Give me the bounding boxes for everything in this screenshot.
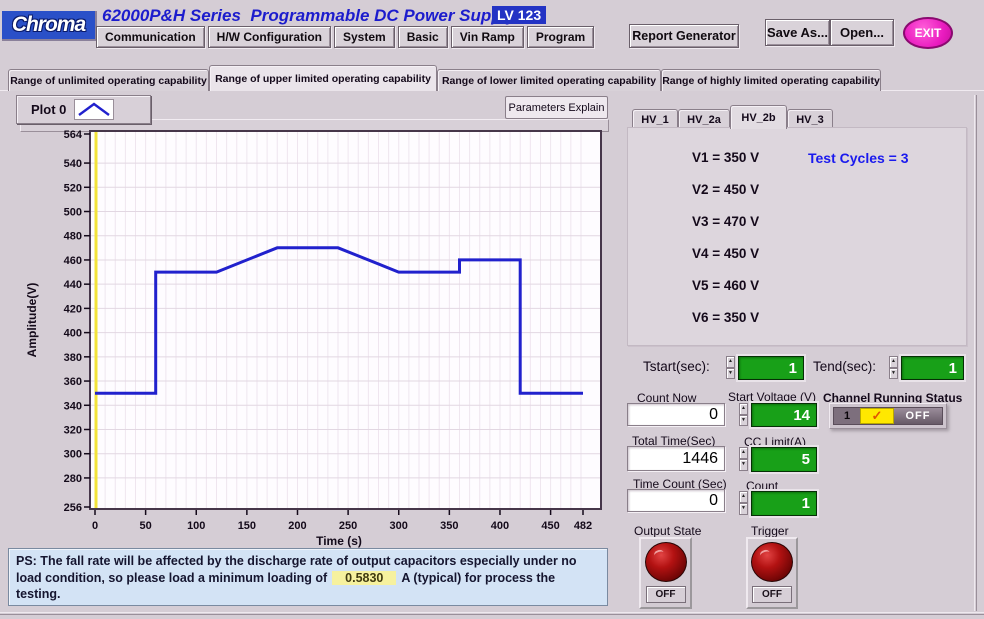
voltage-summary-panel [627,127,967,346]
svg-text:380: 380 [64,352,82,364]
svg-text:360: 360 [64,376,82,388]
count-spinner[interactable]: ▲▼ [739,491,748,515]
trigger-label: Trigger [751,524,789,538]
channel-check-icon: ✓ [860,408,894,424]
plot-legend[interactable]: Plot 0 [16,95,151,124]
svg-text:320: 320 [64,424,82,436]
cc-limit-spinner[interactable]: ▲▼ [739,447,748,471]
menu-system[interactable]: System [334,26,395,48]
tab-hv-2b[interactable]: HV_2b [730,105,787,129]
chroma-logo: Chroma [2,11,97,41]
output-state-button[interactable]: OFF [639,537,692,609]
svg-text:564: 564 [64,129,83,141]
svg-text:300: 300 [64,449,82,461]
tend-spinner[interactable]: ▲▼ [889,356,898,379]
output-state-value: OFF [646,586,686,603]
svg-text:0: 0 [92,520,98,532]
svg-text:500: 500 [64,207,82,219]
report-generator-button[interactable]: Report Generator [629,24,739,48]
v6-reading: V6 = 350 V [692,310,759,325]
app-window: Chroma 62000P&H Series Programmable DC P… [0,0,984,619]
svg-text:100: 100 [187,520,205,532]
open-button[interactable]: Open... [830,19,894,46]
svg-text:340: 340 [64,400,82,412]
svg-text:200: 200 [288,520,306,532]
svg-text:350: 350 [440,520,458,532]
svg-text:300: 300 [390,520,408,532]
exit-button[interactable]: EXIT [903,17,953,49]
tab-range-upper-limited[interactable]: Range of upper limited operating capabil… [209,65,437,91]
total-time-field: 1446 [627,446,725,471]
svg-text:50: 50 [139,520,151,532]
output-state-lamp-icon [645,542,687,582]
svg-text:150: 150 [238,520,256,532]
tstart-field[interactable]: 1 [738,356,804,380]
svg-text:480: 480 [64,231,82,243]
v2-reading: V2 = 450 V [692,182,759,197]
svg-text:482: 482 [574,520,592,532]
tab-range-unlimited[interactable]: Range of unlimited operating capability [8,69,209,91]
app-title: 62000P&H Series Programmable DC Power Su… [102,6,516,26]
plot-line-icon [74,99,114,120]
output-state-label: Output State [634,524,701,538]
tend-field[interactable]: 1 [901,356,964,380]
channel-number: 1 [834,408,860,424]
tab-hv-2a[interactable]: HV_2a [678,109,730,129]
tab-range-lower-limited[interactable]: Range of lower limited operating capabil… [437,69,661,91]
v1-reading: V1 = 350 V [692,150,759,165]
start-voltage-field[interactable]: 14 [751,403,817,427]
menu-bar: Communication H/W Configuration System B… [96,26,594,48]
plot-legend-label: Plot 0 [31,102,66,117]
svg-text:400: 400 [64,328,82,340]
svg-text:Amplitude(V): Amplitude(V) [25,283,39,358]
channel-running-status-control[interactable]: 1 ✓ OFF [829,403,947,429]
time-count-field: 0 [627,489,725,512]
channel-status-value: OFF [894,408,942,424]
svg-text:420: 420 [64,303,82,315]
waveform-chart[interactable]: 5645405205004804604404204003803603403203… [14,126,608,548]
trigger-button[interactable]: OFF [746,537,798,609]
menu-vin-ramp[interactable]: Vin Ramp [451,26,524,48]
menu-communication[interactable]: Communication [96,26,205,48]
test-cycles-label: Test Cycles = 3 [808,150,909,166]
menu-hw-configuration[interactable]: H/W Configuration [208,26,331,48]
v5-reading: V5 = 460 V [692,278,759,293]
cc-limit-field[interactable]: 5 [751,447,817,472]
tab-hv-3[interactable]: HV_3 [787,109,833,129]
svg-text:460: 460 [64,255,82,267]
trigger-lamp-icon [751,542,793,582]
tab-range-highly-limited[interactable]: Range of highly limited operating capabi… [661,69,881,91]
svg-text:256: 256 [64,502,82,514]
svg-text:520: 520 [64,182,82,194]
tstart-label: Tstart(sec): [643,359,710,374]
svg-text:250: 250 [339,520,357,532]
count-field[interactable]: 1 [751,491,817,516]
svg-text:450: 450 [541,520,559,532]
ps-note: PS: The fall rate will be affected by th… [8,548,608,606]
svg-text:Time (s): Time (s) [316,534,362,548]
right-divider [974,95,977,611]
menu-basic[interactable]: Basic [398,26,448,48]
model-badge: LV 123 [492,6,546,24]
tend-label: Tend(sec): [813,359,876,374]
start-voltage-label: Start Voltage (V) [728,390,816,404]
start-voltage-spinner[interactable]: ▲▼ [739,403,748,426]
count-now-field: 0 [627,403,725,426]
svg-text:400: 400 [491,520,509,532]
parameters-explain-button[interactable]: Parameters Explain [505,96,608,119]
bottom-divider [0,612,984,615]
svg-text:440: 440 [64,279,82,291]
trigger-value: OFF [752,586,792,603]
svg-text:280: 280 [64,473,82,485]
tab-hv-1[interactable]: HV_1 [632,109,678,129]
menu-program[interactable]: Program [527,26,594,48]
v3-reading: V3 = 470 V [692,214,759,229]
v4-reading: V4 = 450 V [692,246,759,261]
ps-note-highlight: 0.5830 [332,571,396,585]
save-as-button[interactable]: Save As... [765,19,830,46]
svg-text:540: 540 [64,158,82,170]
tstart-spinner[interactable]: ▲▼ [726,356,735,379]
